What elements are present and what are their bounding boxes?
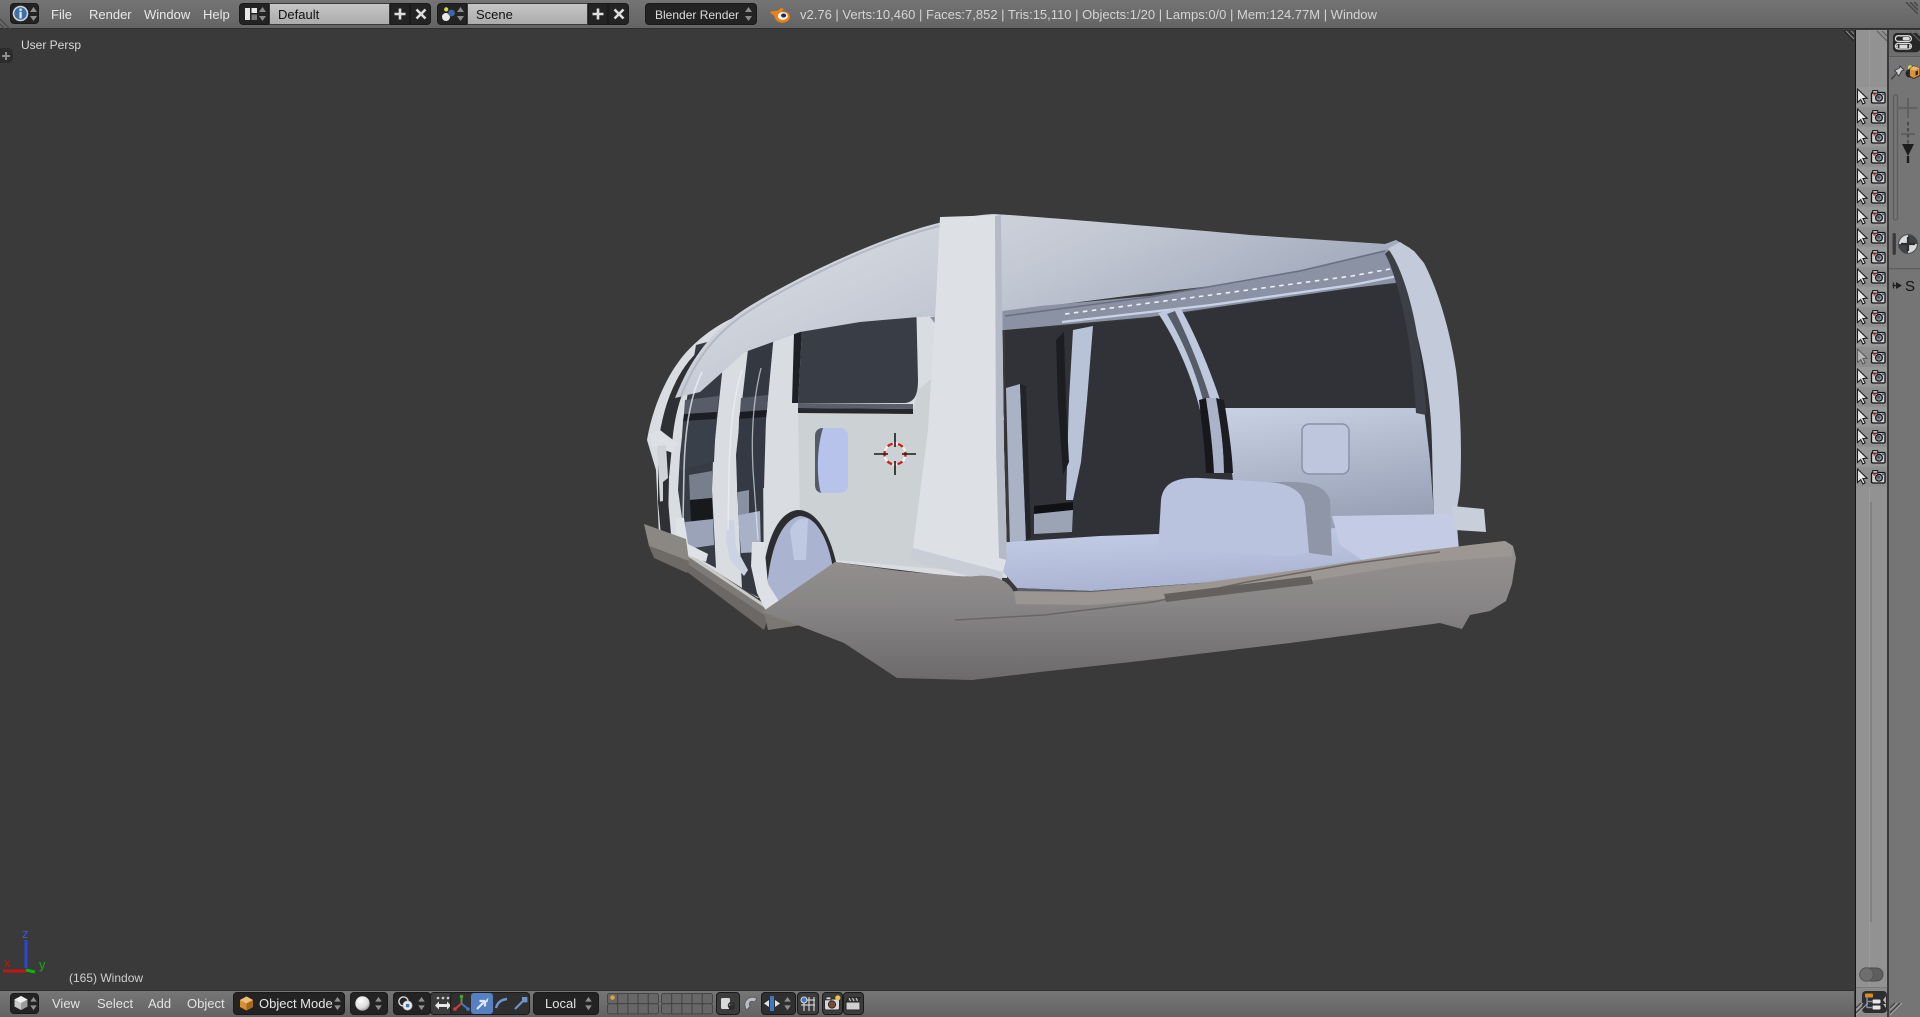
svg-text:S: S [1905, 278, 1915, 295]
